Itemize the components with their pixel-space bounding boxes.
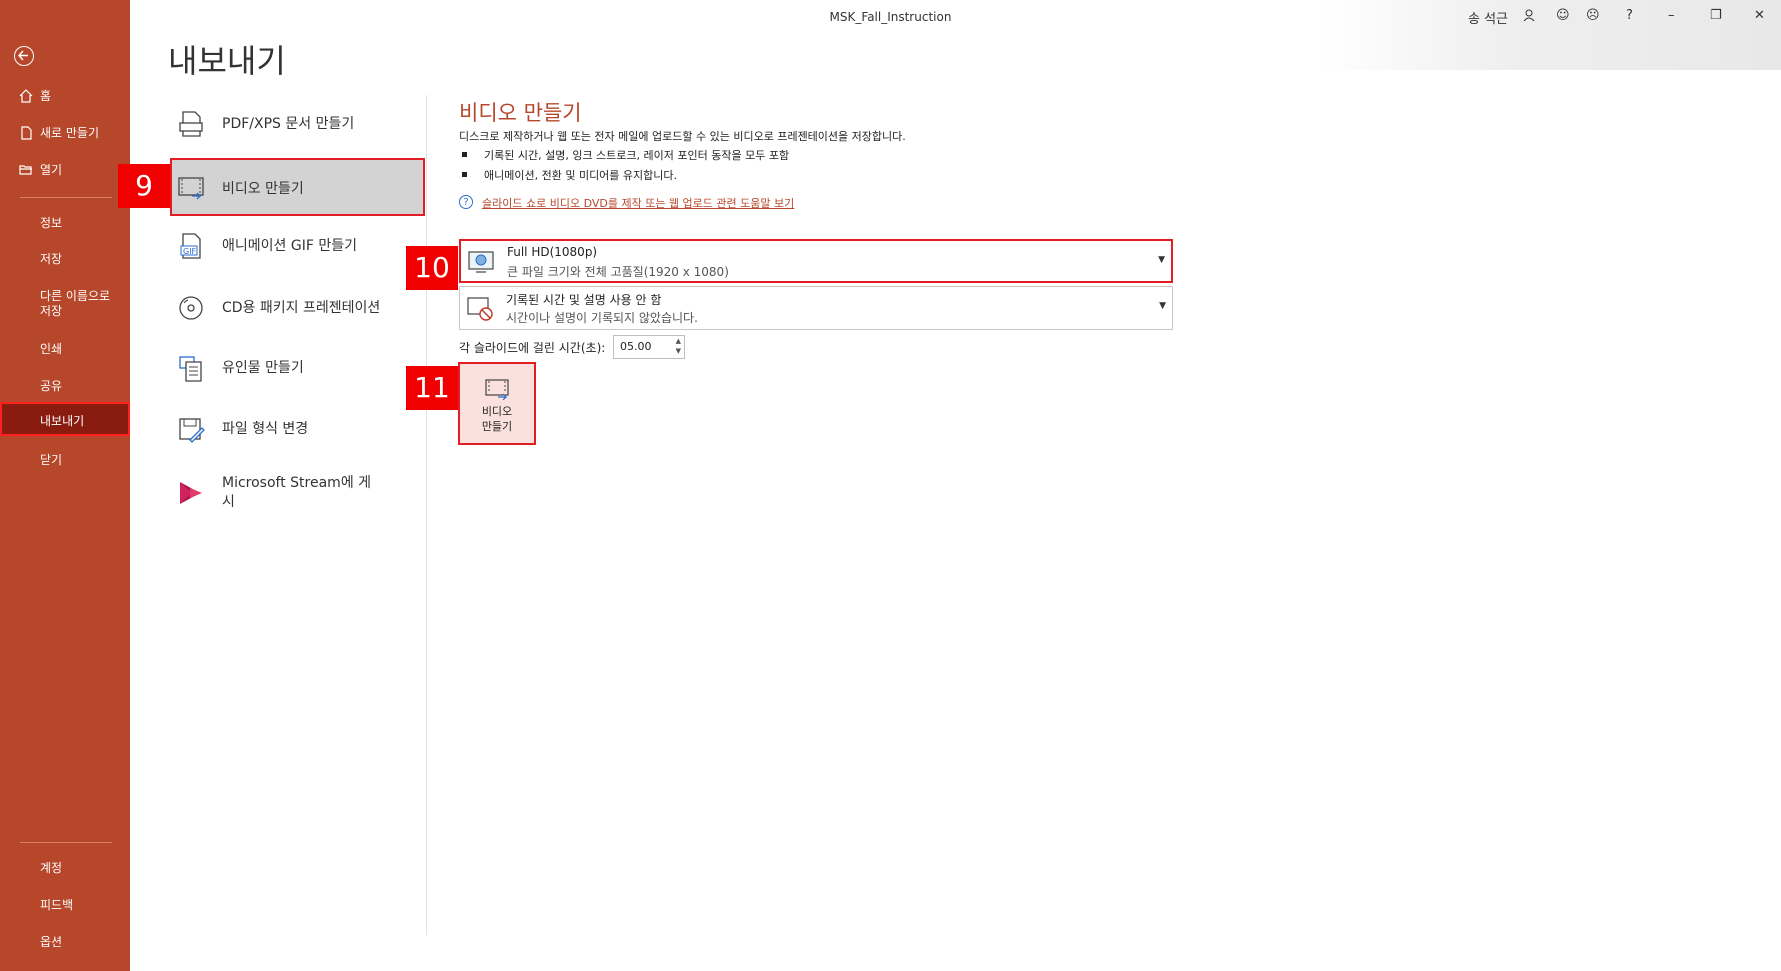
sidebar-item-label: 닫기 [40,453,63,467]
export-option-cd[interactable]: CD용 패키지 프레젠테이션 [170,279,425,337]
help-circle-icon: ? [459,195,473,209]
file-type-icon [179,418,205,443]
seconds-value: 05.00 [620,340,652,353]
step-marker-11: 11 [406,366,458,410]
export-option-label: 유인물 만들기 [222,359,304,376]
sidebar-item-share[interactable]: 공유 [0,369,130,403]
bullet-item: 기록된 시간, 설명, 잉크 스트로크, 레이저 포인터 동작을 모두 포함 [462,147,789,163]
timings-dropdown[interactable]: 기록된 시간 및 설명 사용 안 함 시간이나 설명이 기록되지 않았습니다. … [459,286,1173,330]
chevron-down-icon: ▼ [1159,301,1166,311]
minimize-icon[interactable]: – [1668,8,1675,23]
window-title: MSK_Fall_Instruction [829,10,952,24]
sidebar-item-label: 계정 [40,861,63,875]
sidebar-item-label: 정보 [40,216,63,230]
sidebar-item-label: 새로 만들기 [40,126,100,140]
export-option-gif[interactable]: GIF 애니메이션 GIF 만들기 [170,217,425,275]
sidebar-item-label: 열기 [40,163,63,177]
export-option-label: CD용 패키지 프레젠테이션 [222,299,381,316]
gif-icon: GIF [180,233,201,259]
video-icon [178,177,204,200]
backstage-sidebar: 홈 새로 만들기 열기 정보 저장 다른 이름으로 저장 인쇄 공유 내보내기 … [0,0,130,971]
no-timings-icon [467,297,493,321]
section-description: 디스크로 제작하거나 웹 또는 전자 메일에 업로드할 수 있는 비디오로 프레… [459,130,906,143]
sidebar-item-export[interactable]: 내보내기 [0,402,130,436]
bullet-text: 애니메이션, 전환 및 미디어를 유지합니다. [484,169,678,182]
step-marker-9: 9 [118,164,170,208]
close-icon[interactable]: ✕ [1754,8,1765,23]
sidebar-item-close[interactable]: 닫기 [0,443,130,477]
svg-text:GIF: GIF [183,247,197,256]
quality-dropdown[interactable]: Full HD(1080p) 큰 파일 크기와 전체 고품질(1920 x 10… [459,239,1173,283]
smile-icon[interactable]: ☺ [1556,8,1570,23]
sidebar-divider [20,842,112,843]
export-option-label: 애니메이션 GIF 만들기 [222,237,357,254]
help-link[interactable]: 슬라이드 쇼로 비디오 DVD를 제작 또는 웹 업로드 관련 도움말 보기 [482,195,794,211]
cd-icon [179,296,203,320]
home-icon [19,89,33,103]
sidebar-divider [20,197,112,198]
video-icon [485,379,509,401]
export-option-video[interactable]: 비디오 만들기 [170,158,425,216]
export-option-label: Microsoft Stream에 게시 [222,475,372,510]
sidebar-item-print[interactable]: 인쇄 [0,332,130,366]
sidebar-item-label: 내보내기 [40,414,85,428]
sidebar-item-new[interactable]: 새로 만들기 [0,116,130,150]
account-icon[interactable] [1522,8,1536,26]
sidebar-item-open[interactable]: 열기 [0,153,130,187]
quality-subtitle: 큰 파일 크기와 전체 고품질(1920 x 1080) [507,265,729,279]
sidebar-item-label: 피드백 [40,898,74,912]
export-option-label: PDF/XPS 문서 만들기 [222,115,355,132]
timings-subtitle: 시간이나 설명이 기록되지 않았습니다. [506,311,698,325]
sidebar-item-label: 공유 [40,379,63,393]
spin-arrows-icon[interactable]: ▲ ▼ [676,336,681,356]
export-option-label: 파일 형식 변경 [222,420,309,437]
create-video-label: 비디오 만들기 [481,405,513,433]
frown-icon[interactable]: ☹ [1586,8,1600,23]
export-option-handout[interactable]: 유인물 만들기 [170,339,425,397]
monitor-icon [468,251,494,273]
sidebar-item-label: 홈 [40,89,52,103]
sidebar-item-label: 옵션 [40,935,63,949]
quality-title: Full HD(1080p) [507,245,598,259]
handout-icon [179,356,202,382]
sidebar-item-save[interactable]: 저장 [0,242,130,276]
help-icon[interactable]: ? [1626,8,1633,23]
create-video-button[interactable]: 비디오 만들기 [458,362,536,445]
pdf-icon [179,111,203,137]
bullet-text: 기록된 시간, 설명, 잉크 스트로크, 레이저 포인터 동작을 모두 포함 [484,149,790,162]
sidebar-item-label: 다른 이름으로 저장 [40,289,111,318]
step-marker-10: 10 [406,246,458,290]
user-name[interactable]: 송 석근 [1468,8,1508,27]
timings-title: 기록된 시간 및 설명 사용 안 함 [506,293,662,307]
restore-icon[interactable]: ❐ [1710,8,1722,23]
seconds-spinner[interactable]: 05.00 ▲ ▼ [613,335,685,359]
stream-icon [180,482,202,504]
folder-icon [19,165,32,175]
export-option-stream[interactable]: Microsoft Stream에 게시 [170,464,425,524]
sidebar-item-label: 저장 [40,252,63,266]
seconds-label: 각 슬라이드에 걸린 시간(초): [459,341,606,355]
sidebar-item-info[interactable]: 정보 [0,206,130,240]
sidebar-item-options[interactable]: 옵션 [0,925,130,959]
sidebar-item-home[interactable]: 홈 [0,79,130,113]
bullet-item: 애니메이션, 전환 및 미디어를 유지합니다. [462,167,677,183]
back-arrow-icon[interactable] [14,46,34,66]
column-divider [426,95,427,935]
export-option-pdf[interactable]: PDF/XPS 문서 만들기 [170,95,425,153]
export-option-label: 비디오 만들기 [222,180,304,197]
export-option-change-type[interactable]: 파일 형식 변경 [170,400,425,458]
page-title: 내보내기 [168,42,286,80]
chevron-down-icon: ▼ [1158,255,1165,265]
new-document-icon [21,126,32,140]
sidebar-item-account[interactable]: 계정 [0,851,130,885]
sidebar-item-save-as[interactable]: 다른 이름으로 저장 [0,286,112,322]
sidebar-item-feedback[interactable]: 피드백 [0,888,130,922]
section-title: 비디오 만들기 [459,101,582,125]
sidebar-item-label: 인쇄 [40,342,63,356]
